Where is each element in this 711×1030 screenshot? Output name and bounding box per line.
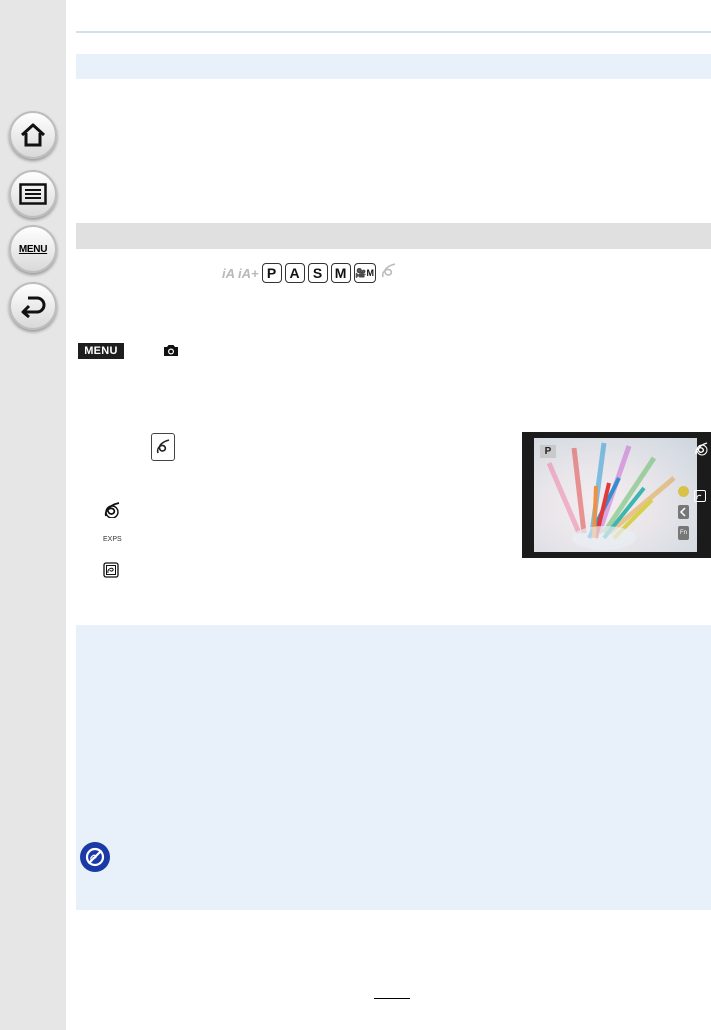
camera-icon: [163, 343, 179, 362]
filter-effect-button-icon: [151, 433, 175, 461]
back-button[interactable]: [9, 282, 57, 330]
creative-control-mode-icon: [379, 262, 399, 285]
recording-mode-badge: P: [540, 445, 556, 458]
simultaneous-record-icon: [103, 562, 119, 583]
preview-photo: P: [534, 438, 697, 552]
notes-box: [76, 625, 711, 910]
shutter-mode-icon: S: [307, 263, 328, 283]
section-heading-band: [76, 54, 711, 79]
manual-mode-icon: M: [330, 263, 351, 283]
back-icon: [19, 294, 47, 318]
home-icon: [19, 122, 47, 148]
applicable-modes: iA iA+ P A S M 🎥M: [222, 262, 399, 284]
camera-preview-screen: P Fn: [522, 432, 711, 558]
menu-icon: MENU: [18, 243, 48, 255]
exposure-setting-label: EXPS: [103, 536, 122, 543]
creative-video-mode-icon: 🎥M: [353, 263, 376, 283]
menu-button[interactable]: MENU: [9, 225, 57, 273]
preview-tab-arrow-icon[interactable]: [678, 505, 689, 519]
function-title-band: [76, 223, 711, 249]
header-rule: [76, 31, 711, 33]
contents-button[interactable]: [9, 170, 57, 218]
preview-fn-icon[interactable]: Fn: [678, 526, 689, 540]
menu-badge: MENU: [78, 343, 124, 359]
sidebar-nav: MENU: [0, 0, 66, 1030]
aperture-mode-icon: A: [284, 263, 305, 283]
filter-effect-icon: [103, 502, 123, 523]
home-button[interactable]: [9, 111, 57, 159]
preview-simultaneous-record-icon: [694, 489, 706, 507]
intelligent-auto-mode-icon: iA: [222, 265, 235, 281]
intelligent-auto-plus-mode-icon: iA+: [238, 265, 259, 281]
not-available-icon: [80, 842, 110, 872]
preview-touch-filter-icon[interactable]: [678, 486, 689, 497]
program-mode-icon: P: [261, 263, 282, 283]
preview-filter-effect-icon: [694, 442, 710, 461]
contents-list-icon: [19, 183, 47, 205]
page-number-rule: [374, 998, 410, 999]
